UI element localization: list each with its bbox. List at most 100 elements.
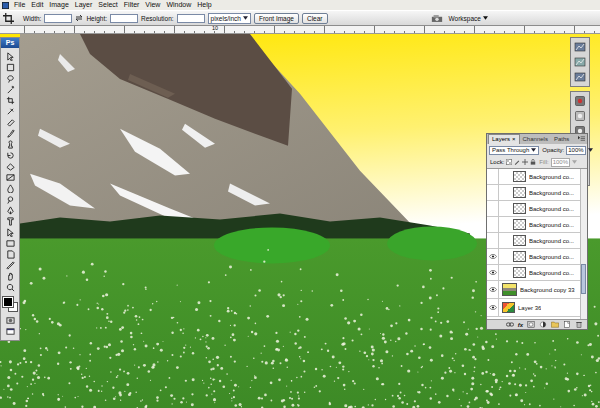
tool-icon[interactable]	[6, 151, 15, 160]
add-mask-icon[interactable]	[527, 321, 535, 328]
tool-icon[interactable]	[6, 283, 15, 292]
menu-item[interactable]: Window	[163, 0, 194, 10]
field-input[interactable]	[110, 14, 138, 23]
tool-icon[interactable]	[6, 96, 15, 105]
panel-menu-icon[interactable]	[578, 136, 585, 142]
tool-icon[interactable]	[6, 52, 15, 61]
layer-name[interactable]: Background co...	[529, 174, 574, 180]
lock-all-icon[interactable]	[530, 159, 536, 165]
color-swatches[interactable]	[3, 297, 17, 311]
layer-name[interactable]: Background copy 33	[520, 287, 575, 293]
opacity-slider-arrow-icon[interactable]	[588, 148, 593, 152]
tool-icon[interactable]	[6, 118, 15, 127]
tool-icon[interactable]	[6, 85, 15, 94]
menu-item[interactable]: Help	[194, 0, 214, 10]
field-input[interactable]	[177, 14, 205, 23]
navigator-icon[interactable]	[574, 56, 586, 68]
layer-name[interactable]: Layer 36	[518, 305, 541, 311]
field-input[interactable]	[44, 14, 72, 23]
visibility-toggle[interactable]	[487, 233, 499, 248]
menu-item[interactable]: Select	[95, 0, 120, 10]
tool-icon[interactable]	[6, 217, 15, 226]
fill-slider-arrow-icon[interactable]	[572, 160, 577, 164]
tool-icon[interactable]	[6, 250, 15, 259]
layer-row[interactable]: Background co...	[487, 265, 580, 281]
panel-icon[interactable]	[574, 110, 586, 122]
app-icon[interactable]	[2, 2, 9, 9]
tool-icon[interactable]	[6, 63, 15, 72]
tool-icon[interactable]	[6, 206, 15, 215]
lock-pixels-icon[interactable]	[514, 159, 520, 165]
scroll-thumb[interactable]	[581, 264, 586, 294]
tool-icon[interactable]	[6, 261, 15, 270]
foreground-color-swatch[interactable]	[3, 297, 13, 307]
visibility-toggle[interactable]	[487, 281, 499, 298]
crop-tool-icon[interactable]	[3, 13, 14, 24]
link-layers-icon[interactable]	[506, 321, 514, 328]
navigator-icon[interactable]	[574, 71, 586, 83]
trash-icon[interactable]	[575, 321, 583, 328]
layer-row[interactable]: Background co...	[487, 185, 580, 201]
panel-tab[interactable]: Paths	[551, 135, 572, 144]
panel-tab[interactable]: Channels	[520, 135, 551, 144]
tool-icon[interactable]	[6, 107, 15, 116]
visibility-toggle[interactable]	[487, 185, 499, 200]
ps-logo[interactable]: Ps	[1, 38, 19, 48]
unit-dropdown[interactable]: pixels/inch	[208, 13, 251, 24]
tool-icon[interactable]	[6, 195, 15, 204]
tool-icon[interactable]	[6, 272, 15, 281]
layer-name[interactable]: Background co...	[529, 270, 574, 276]
visibility-toggle[interactable]	[487, 217, 499, 232]
layer-name[interactable]: Background co...	[529, 206, 574, 212]
quick-mask-icon[interactable]	[6, 316, 15, 325]
menu-item[interactable]: Layer	[72, 0, 96, 10]
opacity-field[interactable]: 100%	[566, 146, 585, 155]
panel-tab[interactable]: Layers ×	[488, 134, 520, 144]
fill-field[interactable]: 100%	[551, 158, 570, 167]
layer-row[interactable]: Background co...	[487, 249, 580, 265]
panel-icon[interactable]	[574, 95, 586, 107]
layers-scrollbar[interactable]	[580, 169, 587, 319]
lock-transparency-icon[interactable]	[506, 159, 512, 165]
lock-position-icon[interactable]	[522, 159, 528, 165]
layer-row[interactable]: Background co...	[487, 233, 580, 249]
visibility-toggle[interactable]	[487, 265, 499, 280]
tab-close-button[interactable]: ×	[512, 135, 516, 144]
tool-icon[interactable]	[6, 173, 15, 182]
visibility-toggle[interactable]	[487, 249, 499, 264]
layer-name[interactable]: Background co...	[529, 238, 574, 244]
screen-mode-icon[interactable]	[6, 327, 15, 336]
tool-icon[interactable]	[6, 228, 15, 237]
menu-item[interactable]: Image	[46, 0, 71, 10]
new-layer-icon[interactable]	[563, 321, 571, 328]
layer-row[interactable]: Background co...	[487, 201, 580, 217]
visibility-toggle[interactable]	[487, 299, 499, 316]
option-button[interactable]: Clear	[302, 13, 328, 24]
visibility-toggle[interactable]	[487, 169, 499, 184]
menu-item[interactable]: View	[142, 0, 163, 10]
layer-row[interactable]: Background co...	[487, 217, 580, 233]
layer-name[interactable]: Background co...	[529, 190, 574, 196]
tool-icon[interactable]	[6, 74, 15, 83]
menu-item[interactable]: Edit	[28, 0, 46, 10]
tool-icon[interactable]	[6, 239, 15, 248]
tool-icon[interactable]	[6, 162, 15, 171]
adjustment-layer-icon[interactable]	[539, 321, 547, 328]
layer-row[interactable]: Background copy 33	[487, 281, 580, 299]
layer-name[interactable]: Background co...	[529, 254, 574, 260]
bridge-icon[interactable]	[431, 14, 443, 23]
swap-icon[interactable]	[75, 14, 83, 22]
tool-icon[interactable]	[6, 140, 15, 149]
layer-row[interactable]: Background co...	[487, 169, 580, 185]
blend-mode-dropdown[interactable]: Pass Through	[489, 146, 539, 155]
menu-item[interactable]: Filter	[121, 0, 143, 10]
navigator-icon[interactable]	[574, 41, 586, 53]
workspace-button[interactable]: Workspace	[449, 15, 488, 22]
option-button[interactable]: Front Image	[254, 13, 299, 24]
new-group-icon[interactable]	[551, 321, 559, 328]
visibility-toggle[interactable]	[487, 201, 499, 216]
menu-item[interactable]: File	[11, 0, 28, 10]
layer-row[interactable]: Layer 36	[487, 299, 580, 317]
tool-icon[interactable]	[6, 184, 15, 193]
layer-name[interactable]: Background co...	[529, 222, 574, 228]
